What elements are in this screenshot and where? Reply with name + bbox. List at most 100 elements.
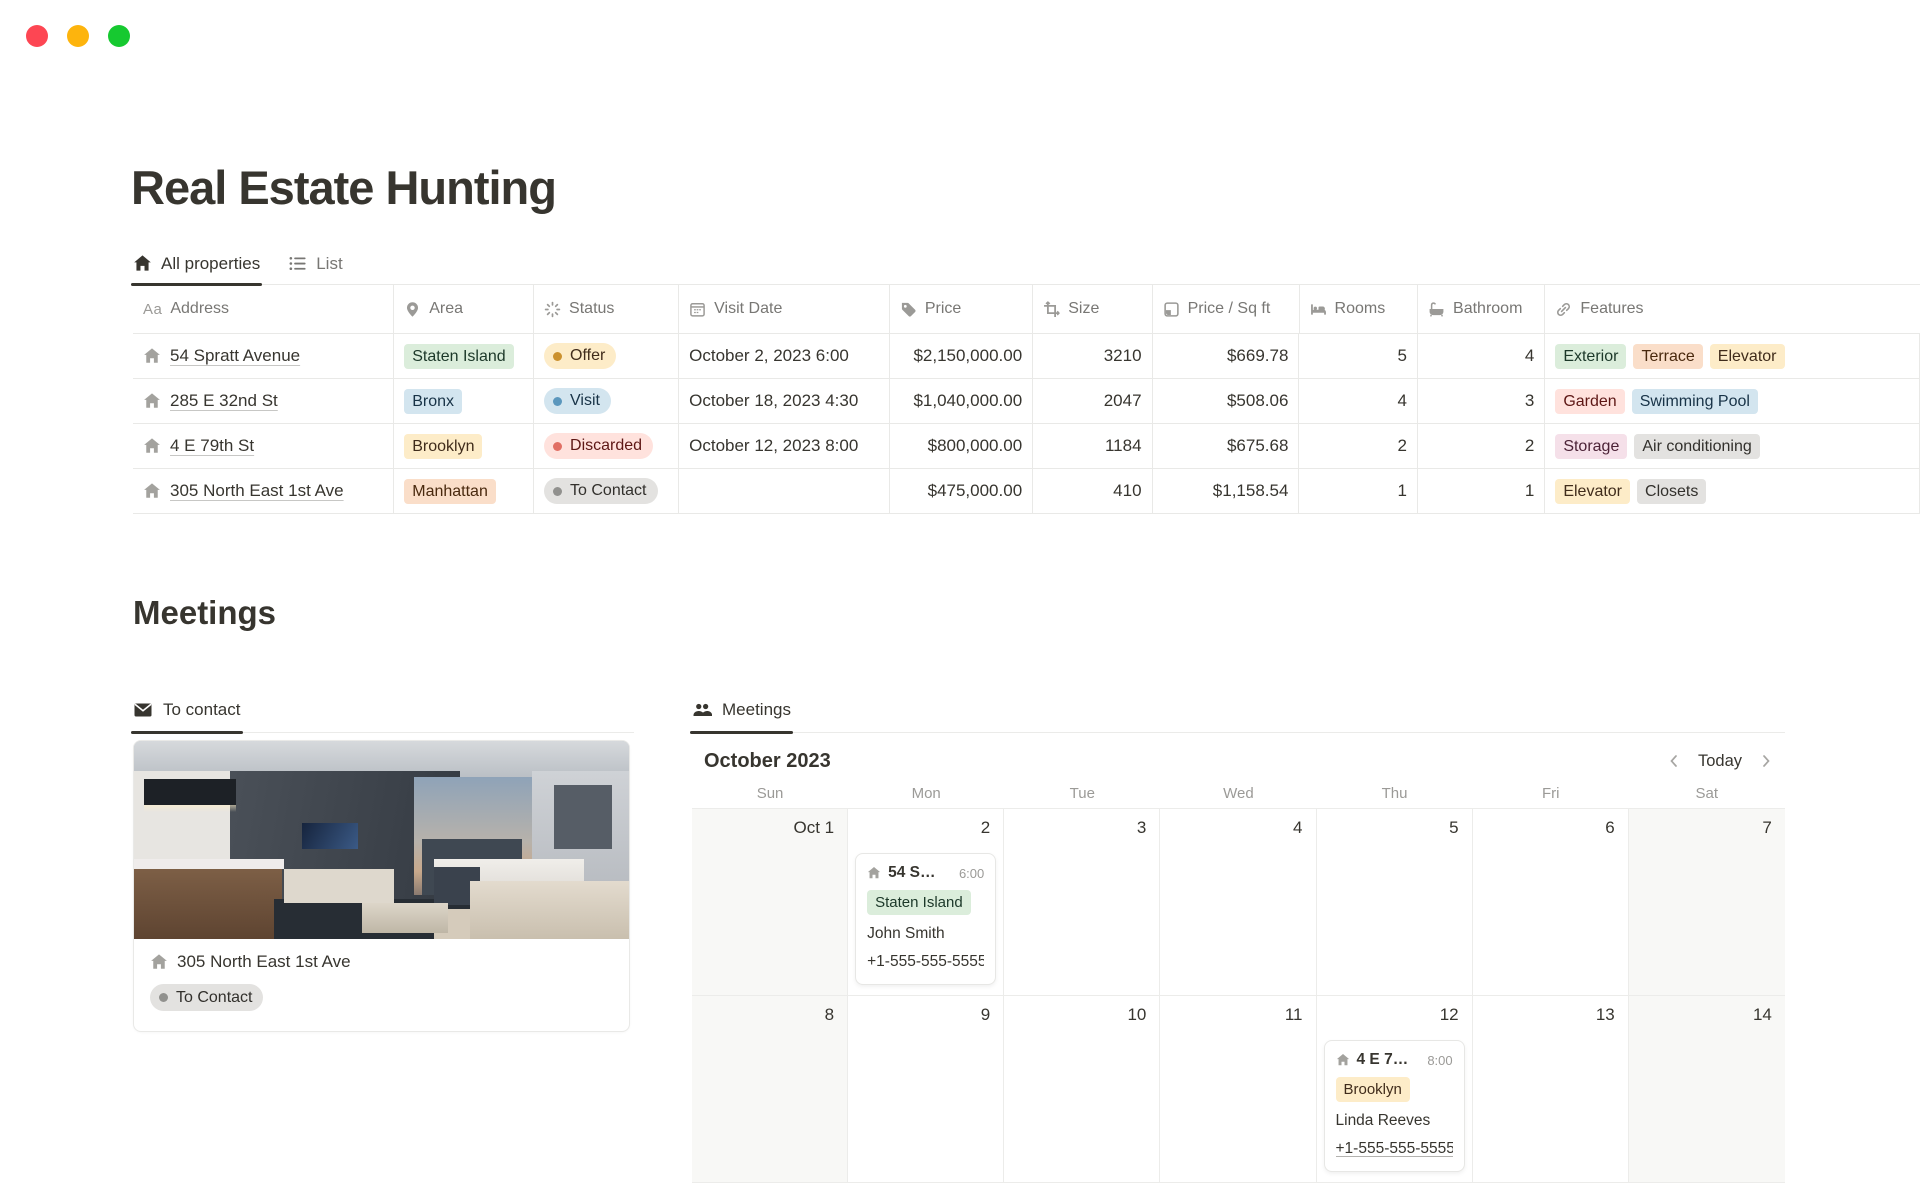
mail-icon bbox=[133, 700, 153, 720]
price-sqft-cell[interactable]: $508.06 bbox=[1153, 379, 1300, 423]
calendar-cell[interactable]: Oct 1 bbox=[692, 809, 848, 995]
address-cell[interactable]: 4 E 79th St bbox=[133, 424, 394, 468]
column-header-rooms[interactable]: Rooms bbox=[1300, 285, 1419, 333]
price-cell[interactable]: $800,000.00 bbox=[890, 424, 1033, 468]
column-header-visit-date[interactable]: Visit Date bbox=[679, 285, 890, 333]
status-cell[interactable]: To Contact bbox=[534, 469, 679, 513]
rooms-cell[interactable]: 1 bbox=[1299, 469, 1418, 513]
event-phone[interactable]: +1-555-555-5555 bbox=[867, 953, 984, 971]
home-icon bbox=[143, 482, 161, 500]
features-cell[interactable]: Elevator Closets bbox=[1545, 469, 1920, 513]
status-pill: Visit bbox=[544, 388, 611, 414]
calendar-cell[interactable]: 2 54 S… 6:00 Staten Island John Smith +1… bbox=[848, 809, 1004, 995]
rooms-cell[interactable]: 4 bbox=[1299, 379, 1418, 423]
day-header: Mon bbox=[848, 782, 1004, 808]
calendar-cell[interactable]: 8 bbox=[692, 996, 848, 1182]
rooms-cell[interactable]: 2 bbox=[1299, 424, 1418, 468]
table-row[interactable]: 305 North East 1st Ave Manhattan To Cont… bbox=[133, 468, 1920, 514]
status-cell[interactable]: Discarded bbox=[534, 424, 679, 468]
column-header-size[interactable]: Size bbox=[1033, 285, 1152, 333]
feature-tag: Garden bbox=[1555, 389, 1624, 414]
column-header-bathroom[interactable]: Bathroom bbox=[1418, 285, 1545, 333]
traffic-light-minimize-button[interactable] bbox=[67, 25, 89, 47]
size-cell[interactable]: 1184 bbox=[1033, 424, 1152, 468]
tab-meetings[interactable]: Meetings bbox=[692, 688, 791, 732]
tab-all-properties[interactable]: All properties bbox=[133, 243, 260, 284]
visit-date-cell[interactable]: October 12, 2023 8:00 bbox=[679, 424, 890, 468]
day-number: 2 bbox=[981, 818, 990, 838]
calendar-cell[interactable]: 5 bbox=[1317, 809, 1473, 995]
day-number: 5 bbox=[1449, 818, 1458, 838]
price-cell[interactable]: $475,000.00 bbox=[890, 469, 1033, 513]
address-link[interactable]: 305 North East 1st Ave bbox=[170, 481, 344, 501]
table-row[interactable]: 4 E 79th St Brooklyn Discarded October 1… bbox=[133, 423, 1920, 468]
area-cell[interactable]: Bronx bbox=[394, 379, 534, 423]
prev-month-button[interactable] bbox=[1667, 754, 1681, 768]
bathroom-cell[interactable]: 1 bbox=[1418, 469, 1545, 513]
address-cell[interactable]: 285 E 32nd St bbox=[133, 379, 394, 423]
area-cell[interactable]: Staten Island bbox=[394, 334, 534, 378]
table-row[interactable]: 285 E 32nd St Bronx Visit October 18, 20… bbox=[133, 378, 1920, 423]
calendar-cell[interactable]: 7 bbox=[1629, 809, 1785, 995]
price-cell[interactable]: $2,150,000.00 bbox=[890, 334, 1033, 378]
address-link[interactable]: 4 E 79th St bbox=[170, 436, 254, 456]
size-cell[interactable]: 2047 bbox=[1033, 379, 1152, 423]
visit-date-cell[interactable]: October 18, 2023 4:30 bbox=[679, 379, 890, 423]
day-number: 9 bbox=[981, 1005, 990, 1025]
features-cell[interactable]: Storage Air conditioning bbox=[1545, 424, 1920, 468]
people-icon bbox=[692, 700, 712, 720]
tab-to-contact[interactable]: To contact bbox=[133, 688, 241, 732]
calendar-cell[interactable]: 3 bbox=[1004, 809, 1160, 995]
calendar-cell[interactable]: 12 4 E 7… 8:00 Brooklyn Linda Reeves +1-… bbox=[1317, 996, 1473, 1182]
calendar-cell[interactable]: 9 bbox=[848, 996, 1004, 1182]
contact-property-card[interactable]: 305 North East 1st Ave To Contact bbox=[133, 740, 630, 1032]
table-row[interactable]: 54 Spratt Avenue Staten Island Offer Oct… bbox=[133, 333, 1920, 378]
column-header-address[interactable]: AaAddress bbox=[133, 285, 394, 333]
area-cell[interactable]: Manhattan bbox=[394, 469, 534, 513]
status-cell[interactable]: Offer bbox=[534, 334, 679, 378]
address-link[interactable]: 54 Spratt Avenue bbox=[170, 346, 300, 366]
meetings-heading: Meetings bbox=[133, 594, 276, 632]
area-cell[interactable]: Brooklyn bbox=[394, 424, 534, 468]
address-link[interactable]: 285 E 32nd St bbox=[170, 391, 278, 411]
status-dot bbox=[553, 397, 562, 406]
price-sqft-cell[interactable]: $669.78 bbox=[1153, 334, 1300, 378]
rooms-cell[interactable]: 5 bbox=[1299, 334, 1418, 378]
bathroom-cell[interactable]: 3 bbox=[1418, 379, 1545, 423]
price-cell[interactable]: $1,040,000.00 bbox=[890, 379, 1033, 423]
address-cell[interactable]: 54 Spratt Avenue bbox=[133, 334, 394, 378]
calendar-cell[interactable]: 14 bbox=[1629, 996, 1785, 1182]
address-cell[interactable]: 305 North East 1st Ave bbox=[133, 469, 394, 513]
price-sqft-cell[interactable]: $675.68 bbox=[1153, 424, 1300, 468]
calendar-cell[interactable]: 11 bbox=[1160, 996, 1316, 1182]
calendar-cell[interactable]: 13 bbox=[1473, 996, 1629, 1182]
event-phone[interactable]: +1-555-555-5555 bbox=[1336, 1140, 1453, 1158]
column-header-features[interactable]: Features bbox=[1545, 285, 1920, 333]
visit-date-cell[interactable]: October 2, 2023 6:00 bbox=[679, 334, 890, 378]
column-header-price[interactable]: Price bbox=[890, 285, 1033, 333]
calendar-cell[interactable]: 6 bbox=[1473, 809, 1629, 995]
size-cell[interactable]: 410 bbox=[1033, 469, 1152, 513]
next-month-button[interactable] bbox=[1759, 754, 1773, 768]
price-sqft-cell[interactable]: $1,158.54 bbox=[1153, 469, 1300, 513]
size-cell[interactable]: 3210 bbox=[1033, 334, 1152, 378]
calendar-event-card[interactable]: 54 S… 6:00 Staten Island John Smith +1-5… bbox=[855, 853, 996, 985]
tab-list[interactable]: List bbox=[288, 243, 342, 284]
calendar-event-card[interactable]: 4 E 7… 8:00 Brooklyn Linda Reeves +1-555… bbox=[1324, 1040, 1465, 1172]
traffic-light-zoom-button[interactable] bbox=[108, 25, 130, 47]
bathroom-cell[interactable]: 4 bbox=[1418, 334, 1545, 378]
today-button[interactable]: Today bbox=[1698, 752, 1742, 771]
bathroom-cell[interactable]: 2 bbox=[1418, 424, 1545, 468]
column-header-status[interactable]: Status bbox=[534, 285, 679, 333]
features-cell[interactable]: Garden Swimming Pool bbox=[1545, 379, 1920, 423]
day-number: 12 bbox=[1440, 1005, 1459, 1025]
calendar-icon bbox=[689, 301, 706, 318]
column-header-price-sqft[interactable]: Price / Sq ft bbox=[1153, 285, 1300, 333]
features-cell[interactable]: Exterior Terrace Elevator bbox=[1545, 334, 1920, 378]
visit-date-cell[interactable] bbox=[679, 469, 890, 513]
calendar-cell[interactable]: 10 bbox=[1004, 996, 1160, 1182]
status-cell[interactable]: Visit bbox=[534, 379, 679, 423]
traffic-light-close-button[interactable] bbox=[26, 25, 48, 47]
column-header-area[interactable]: Area bbox=[394, 285, 534, 333]
calendar-cell[interactable]: 4 bbox=[1160, 809, 1316, 995]
